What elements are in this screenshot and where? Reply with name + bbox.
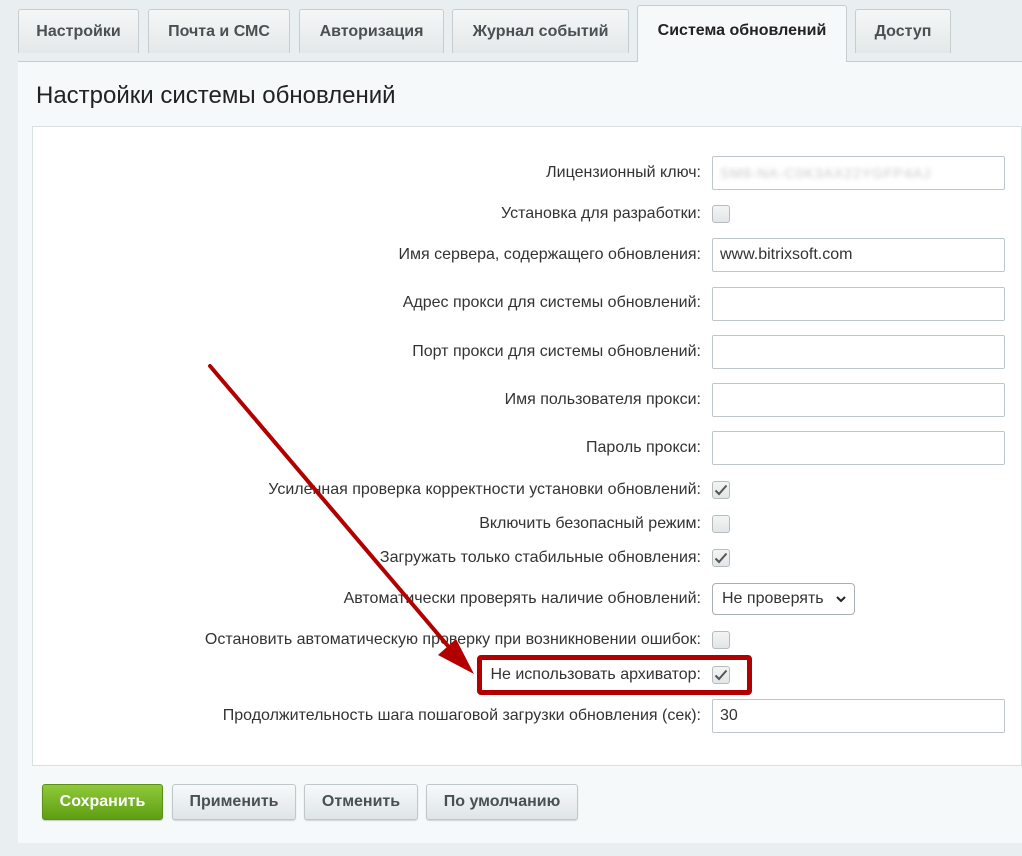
proxy-user-label: Имя пользователя прокси: bbox=[504, 391, 701, 408]
step-duration-label: Продолжительность шага пошаговой загрузк… bbox=[222, 707, 701, 724]
auto-check-select[interactable]: Не проверять bbox=[712, 583, 855, 615]
tab-event-log[interactable]: Журнал событий bbox=[452, 9, 629, 53]
safe-mode-label: Включить безопасный режим: bbox=[479, 515, 701, 532]
license-key-value: SM8-NA-C0K3AX22YGFP4AJ bbox=[720, 165, 932, 181]
proxy-address-input[interactable] bbox=[712, 287, 1005, 321]
license-key-input[interactable]: SM8-NA-C0K3AX22YGFP4AJ bbox=[712, 156, 1005, 190]
stable-only-label: Загружать только стабильные обновления: bbox=[379, 549, 701, 566]
proxy-password-label: Пароль прокси: bbox=[586, 439, 701, 456]
save-button[interactable]: Сохранить bbox=[42, 784, 163, 820]
proxy-port-label: Порт прокси для системы обновлений: bbox=[412, 343, 701, 360]
stop-on-error-checkbox[interactable] bbox=[712, 631, 730, 649]
proxy-user-input[interactable] bbox=[712, 383, 1005, 417]
proxy-address-label: Адрес прокси для системы обновлений: bbox=[402, 294, 701, 311]
tab-bar: Настройки Почта и СМС Авторизация Журнал… bbox=[0, 0, 1022, 62]
safe-mode-checkbox[interactable] bbox=[712, 515, 730, 533]
dev-install-checkbox[interactable] bbox=[712, 205, 730, 223]
proxy-port-input[interactable] bbox=[712, 335, 1005, 369]
license-key-label: Лицензионный ключ: bbox=[546, 164, 701, 181]
chevron-down-icon bbox=[836, 596, 846, 603]
dev-install-label: Установка для разработки: bbox=[500, 205, 701, 222]
tab-settings[interactable]: Настройки bbox=[18, 9, 139, 53]
tab-mail-sms[interactable]: Почта и СМС bbox=[148, 9, 290, 53]
server-name-label: Имя сервера, содержащего обновления: bbox=[398, 246, 701, 263]
check-icon bbox=[714, 484, 728, 496]
server-name-input[interactable] bbox=[712, 238, 1005, 272]
strict-check-label: Усиленная проверка корректности установк… bbox=[268, 481, 701, 498]
page-title: Настройки системы обновлений bbox=[36, 82, 396, 109]
check-icon bbox=[714, 552, 728, 564]
tab-access[interactable]: Доступ bbox=[855, 9, 951, 53]
auto-check-label: Автоматически проверять наличие обновлен… bbox=[343, 590, 701, 607]
proxy-password-input[interactable] bbox=[712, 431, 1005, 465]
strict-check-checkbox[interactable] bbox=[712, 481, 730, 499]
cancel-button[interactable]: Отменить bbox=[304, 784, 418, 820]
apply-button[interactable]: Применить bbox=[172, 784, 296, 820]
tab-update-system[interactable]: Система обновлений bbox=[637, 5, 847, 62]
annotation-highlight-box bbox=[477, 655, 752, 695]
stable-only-checkbox[interactable] bbox=[712, 549, 730, 567]
default-button[interactable]: По умолчанию bbox=[426, 784, 578, 820]
stop-on-error-label: Остановить автоматическую проверку при в… bbox=[204, 631, 701, 648]
auto-check-selected: Не проверять bbox=[722, 590, 824, 607]
step-duration-input[interactable] bbox=[712, 699, 1005, 733]
tab-authorization[interactable]: Авторизация bbox=[299, 9, 444, 53]
